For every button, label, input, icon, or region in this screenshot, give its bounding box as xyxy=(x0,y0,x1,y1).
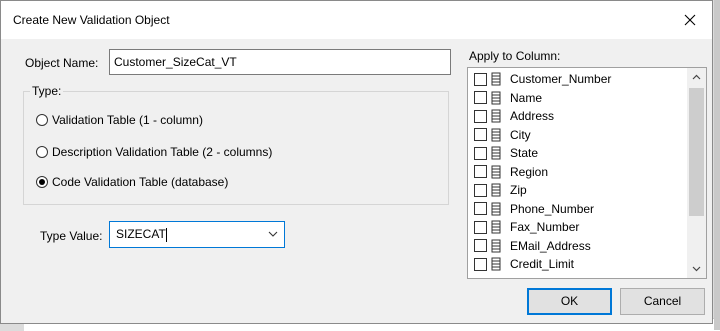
column-icon xyxy=(491,257,501,271)
object-name-input[interactable]: Customer_SizeCat_VT xyxy=(109,49,451,75)
column-icon xyxy=(491,109,501,123)
list-item-label: Customer_Number xyxy=(510,72,612,86)
radio-label: Code Validation Table (database) xyxy=(52,175,229,189)
list-item-label: Credit_Limit xyxy=(510,257,575,271)
list-item-label: Zip xyxy=(510,183,527,197)
radio-description-validation-table[interactable]: Description Validation Table (2 - column… xyxy=(36,145,272,159)
title-bar: Create New Validation Object xyxy=(1,1,712,39)
list-item[interactable]: Address xyxy=(474,107,554,125)
cancel-button[interactable]: Cancel xyxy=(620,288,705,315)
ok-button[interactable]: OK xyxy=(527,288,612,315)
column-icon xyxy=(491,220,501,234)
radio-validation-table[interactable]: Validation Table (1 - column) xyxy=(36,113,203,127)
list-item-label: Phone_Number xyxy=(510,201,595,216)
list-item-label: Fax_Number xyxy=(510,220,580,234)
checkbox[interactable] xyxy=(474,165,487,178)
vertical-scrollbar[interactable] xyxy=(687,68,706,278)
dialog-title: Create New Validation Object xyxy=(13,13,170,27)
checkbox[interactable] xyxy=(474,220,487,234)
list-item-label: Address xyxy=(510,109,555,123)
list-item[interactable]: Region xyxy=(474,163,548,181)
list-item-label: Region xyxy=(510,164,549,179)
radio-button[interactable] xyxy=(36,114,48,126)
checkbox[interactable] xyxy=(474,202,487,215)
type-value-label: Type Value: xyxy=(40,229,103,243)
list-item-label: EMail_Address xyxy=(510,238,591,253)
type-group-label: Type: xyxy=(30,84,64,98)
radio-button-selected[interactable] xyxy=(36,176,48,188)
apply-to-column-label: Apply to Column: xyxy=(469,49,561,63)
radio-code-validation-table[interactable]: Code Validation Table (database) xyxy=(36,175,228,189)
text-cursor xyxy=(165,227,167,242)
radio-button[interactable] xyxy=(36,146,48,158)
column-icon xyxy=(491,91,501,104)
radio-label: Validation Table (1 - column) xyxy=(52,113,203,127)
checkbox[interactable] xyxy=(474,257,487,271)
list-item[interactable]: EMail_Address xyxy=(474,237,591,255)
checkbox[interactable] xyxy=(474,183,487,197)
validation-dialog: Create New Validation Object Object Name… xyxy=(0,0,713,324)
chevron-up-icon xyxy=(692,74,701,80)
radio-label: Description Validation Table (2 - column… xyxy=(52,145,273,159)
type-value-combobox[interactable]: SIZECAT xyxy=(109,221,285,248)
type-value-text[interactable]: SIZECAT xyxy=(116,227,167,242)
list-item[interactable]: Customer_Number xyxy=(474,70,611,88)
apply-to-column-list[interactable]: Customer_Number Name Address City State Regio… xyxy=(467,67,707,279)
list-item[interactable]: Phone_Number xyxy=(474,200,594,218)
column-icon xyxy=(491,202,501,215)
column-icon xyxy=(491,146,501,160)
column-icon xyxy=(491,183,501,197)
background-window-edge xyxy=(714,0,720,330)
close-button[interactable] xyxy=(668,1,712,39)
list-item[interactable]: State xyxy=(474,144,538,162)
list-item-label: State xyxy=(510,146,539,160)
scroll-thumb[interactable] xyxy=(689,88,704,216)
checkbox[interactable] xyxy=(474,239,487,252)
scroll-down-button[interactable] xyxy=(687,260,706,278)
list-item[interactable]: Credit_Limit xyxy=(474,255,574,273)
list-item[interactable]: Zip xyxy=(474,181,527,199)
chevron-down-icon[interactable] xyxy=(268,230,278,238)
type-value-input-text: SIZECAT xyxy=(116,227,166,241)
checkbox[interactable] xyxy=(474,109,487,123)
column-icon xyxy=(491,239,501,252)
close-icon xyxy=(684,14,696,26)
column-icon xyxy=(491,165,501,178)
scroll-up-button[interactable] xyxy=(687,68,706,86)
checkbox[interactable] xyxy=(474,146,487,160)
list-item[interactable]: Fax_Number xyxy=(474,218,579,236)
list-item[interactable]: Name xyxy=(474,89,542,107)
column-icon xyxy=(491,72,501,86)
chevron-down-icon xyxy=(692,266,701,272)
object-name-label: Object Name: xyxy=(25,56,99,70)
checkbox[interactable] xyxy=(474,91,487,104)
list-item-label: Name xyxy=(510,90,543,105)
list-item-label: City xyxy=(510,127,531,142)
column-icon xyxy=(491,128,501,141)
list-item[interactable]: City xyxy=(474,126,531,144)
checkbox[interactable] xyxy=(474,128,487,141)
checkbox[interactable] xyxy=(474,72,487,86)
